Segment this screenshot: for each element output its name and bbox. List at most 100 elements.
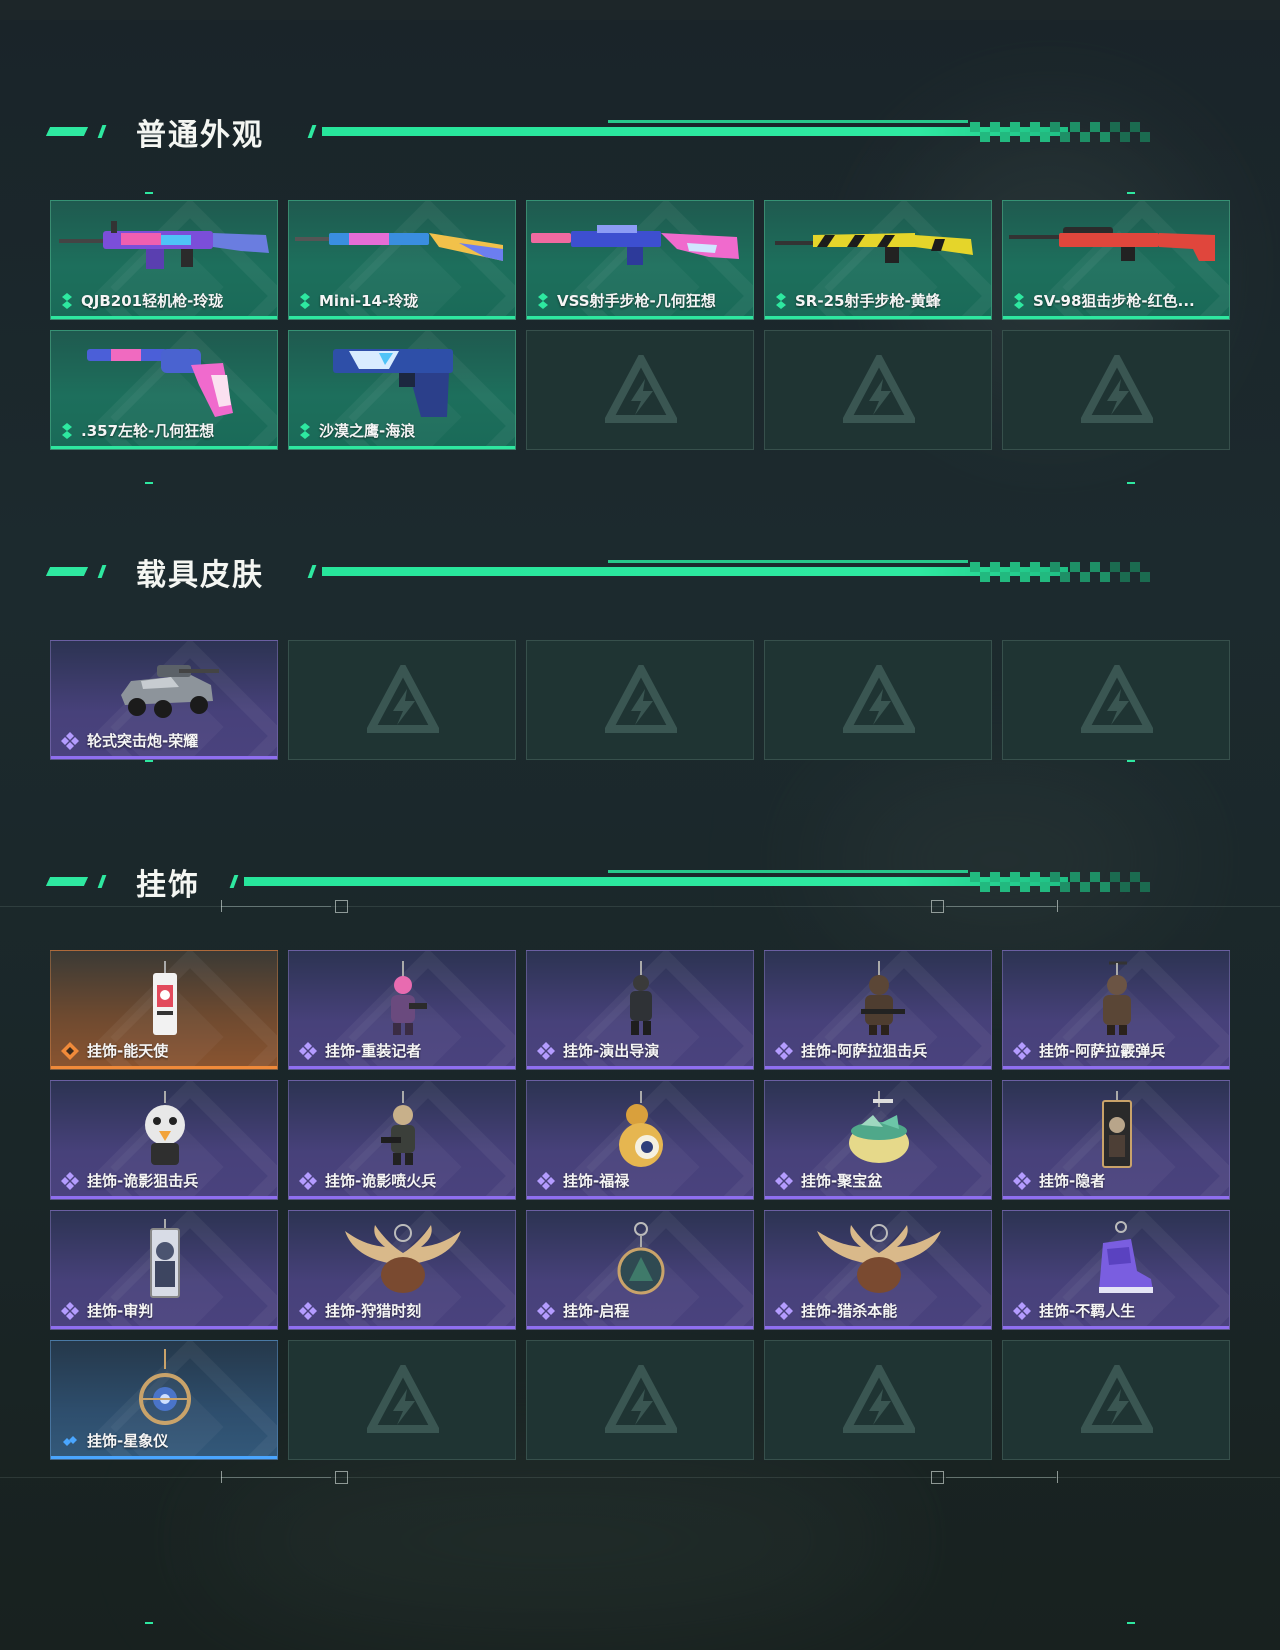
item-card[interactable]: 挂饰-能天使	[50, 950, 278, 1070]
item-card[interactable]: Mini-14-玲珑	[288, 200, 516, 320]
item-card[interactable]: 挂饰-狩猎时刻	[288, 1210, 516, 1330]
rarity-purple-icon	[1013, 1301, 1031, 1320]
item-card[interactable]: 挂饰-聚宝盆	[764, 1080, 992, 1200]
item-card[interactable]: 挂饰-启程	[526, 1210, 754, 1330]
item-label: Mini-14-玲珑	[299, 290, 418, 311]
item-card[interactable]: VSS射手步枪-几何狂想	[526, 200, 754, 320]
empty-slot	[1002, 640, 1230, 760]
item-card[interactable]: 挂饰-隐者	[1002, 1080, 1230, 1200]
charm-antler-icon	[345, 1224, 461, 1293]
charm-figure-icon	[630, 961, 652, 1035]
placeholder-logo-icon	[843, 355, 915, 423]
rarity-bar	[1003, 1066, 1229, 1069]
rarity-green-icon	[1014, 292, 1024, 309]
frame-square	[931, 1471, 944, 1484]
item-card[interactable]: 挂饰-星象仪	[50, 1340, 278, 1460]
header-tick	[97, 125, 107, 138]
item-name: Mini-14-玲珑	[319, 292, 419, 310]
frame-square	[931, 900, 944, 913]
section-header-charms: 挂饰	[45, 858, 1200, 903]
rarity-bar	[765, 1066, 991, 1069]
rarity-bar	[51, 1326, 277, 1329]
item-name: 挂饰-狩猎时刻	[325, 1302, 422, 1320]
empty-slot	[1002, 330, 1230, 450]
corner-mark	[1127, 1622, 1135, 1624]
rarity-bar	[527, 1196, 753, 1199]
corner-mark	[1127, 192, 1135, 194]
item-label: QJB201轻机枪-玲珑	[61, 290, 223, 311]
item-name: VSS射手步枪-几何狂想	[557, 292, 716, 310]
rarity-bar	[1003, 1196, 1229, 1199]
item-card[interactable]: 挂饰-不羁人生	[1002, 1210, 1230, 1330]
rarity-bar	[289, 1196, 515, 1199]
charm-figure-icon	[391, 961, 427, 1035]
charm-card-icon	[153, 961, 177, 1035]
charm-treasure-bowl-icon	[849, 1091, 909, 1163]
item-label: 挂饰-福禄	[537, 1170, 629, 1191]
rarity-bar	[289, 1066, 515, 1069]
corner-mark	[145, 760, 153, 762]
pistol-icon	[333, 349, 453, 417]
empty-slot	[526, 330, 754, 450]
item-card[interactable]: 挂饰-阿萨拉霰弹兵	[1002, 950, 1230, 1070]
header-bar	[322, 567, 1068, 576]
header-dash	[45, 127, 89, 136]
rarity-bar	[527, 1326, 753, 1329]
rarity-green-icon	[300, 422, 310, 439]
item-card[interactable]: SR-25射手步枪-黄蜂	[764, 200, 992, 320]
placeholder-logo-icon	[843, 665, 915, 733]
charm-figure-icon	[381, 1091, 415, 1165]
rarity-bar	[289, 316, 515, 319]
header-checker	[970, 562, 1150, 582]
item-name: 挂饰-重装记者	[325, 1042, 422, 1060]
item-card[interactable]: 挂饰-审判	[50, 1210, 278, 1330]
item-card[interactable]: 挂饰-演出导演	[526, 950, 754, 1070]
item-card[interactable]: 轮式突击炮-荣耀	[50, 640, 278, 760]
rarity-bar	[765, 1196, 991, 1199]
item-card[interactable]: QJB201轻机枪-玲珑	[50, 200, 278, 320]
item-card[interactable]: 挂饰-猎杀本能	[764, 1210, 992, 1330]
item-name: 挂饰-福禄	[563, 1172, 630, 1190]
item-name: .357左轮-几何狂想	[81, 422, 215, 440]
item-label: 挂饰-星象仪	[61, 1430, 168, 1451]
item-card[interactable]: SV-98狙击步枪-红色...	[1002, 200, 1230, 320]
rarity-bar	[527, 1066, 753, 1069]
frame-square	[335, 1471, 348, 1484]
item-label: 挂饰-演出导演	[537, 1040, 659, 1061]
item-label: .357左轮-几何狂想	[61, 420, 214, 441]
rarity-purple-icon	[537, 1301, 555, 1320]
item-card[interactable]: 沙漠之鹰-海浪	[288, 330, 516, 450]
section-header-weapons: 普通外观	[45, 108, 1200, 153]
item-card[interactable]: 挂饰-诡影狙击兵	[50, 1080, 278, 1200]
sniper-rifle-icon	[531, 225, 739, 265]
rarity-purple-icon	[1013, 1171, 1031, 1190]
corner-mark	[145, 1622, 153, 1624]
frame-line	[0, 906, 1280, 907]
rarity-bar	[289, 446, 515, 449]
frame-line	[221, 1477, 331, 1478]
rarity-bar	[1003, 1326, 1229, 1329]
rarity-green-icon	[300, 292, 310, 309]
rarity-bar	[51, 1456, 277, 1459]
charm-sneaker-icon	[1099, 1221, 1153, 1293]
frame-square	[335, 900, 348, 913]
item-card[interactable]: 挂饰-诡影喷火兵	[288, 1080, 516, 1200]
item-label: 挂饰-阿萨拉霰弹兵	[1013, 1040, 1165, 1061]
corner-mark	[1127, 760, 1135, 762]
item-name: 挂饰-猎杀本能	[801, 1302, 898, 1320]
header-tick	[307, 125, 317, 138]
rarity-green-icon	[776, 292, 786, 309]
lmg-icon	[59, 221, 269, 269]
rarity-purple-icon	[61, 1171, 79, 1190]
rarity-bar	[289, 1326, 515, 1329]
item-card[interactable]: 挂饰-重装记者	[288, 950, 516, 1070]
item-label: 挂饰-阿萨拉狙击兵	[775, 1040, 927, 1061]
item-card[interactable]: 挂饰-福禄	[526, 1080, 754, 1200]
charm-figure-icon	[145, 1091, 185, 1165]
item-name: 沙漠之鹰-海浪	[319, 422, 416, 440]
section-title: 普通外观	[136, 118, 264, 153]
item-card[interactable]: .357左轮-几何狂想	[50, 330, 278, 450]
item-label: 挂饰-狩猎时刻	[299, 1300, 421, 1321]
item-card[interactable]: 挂饰-阿萨拉狙击兵	[764, 950, 992, 1070]
item-name: SV-98狙击步枪-红色...	[1033, 292, 1195, 310]
